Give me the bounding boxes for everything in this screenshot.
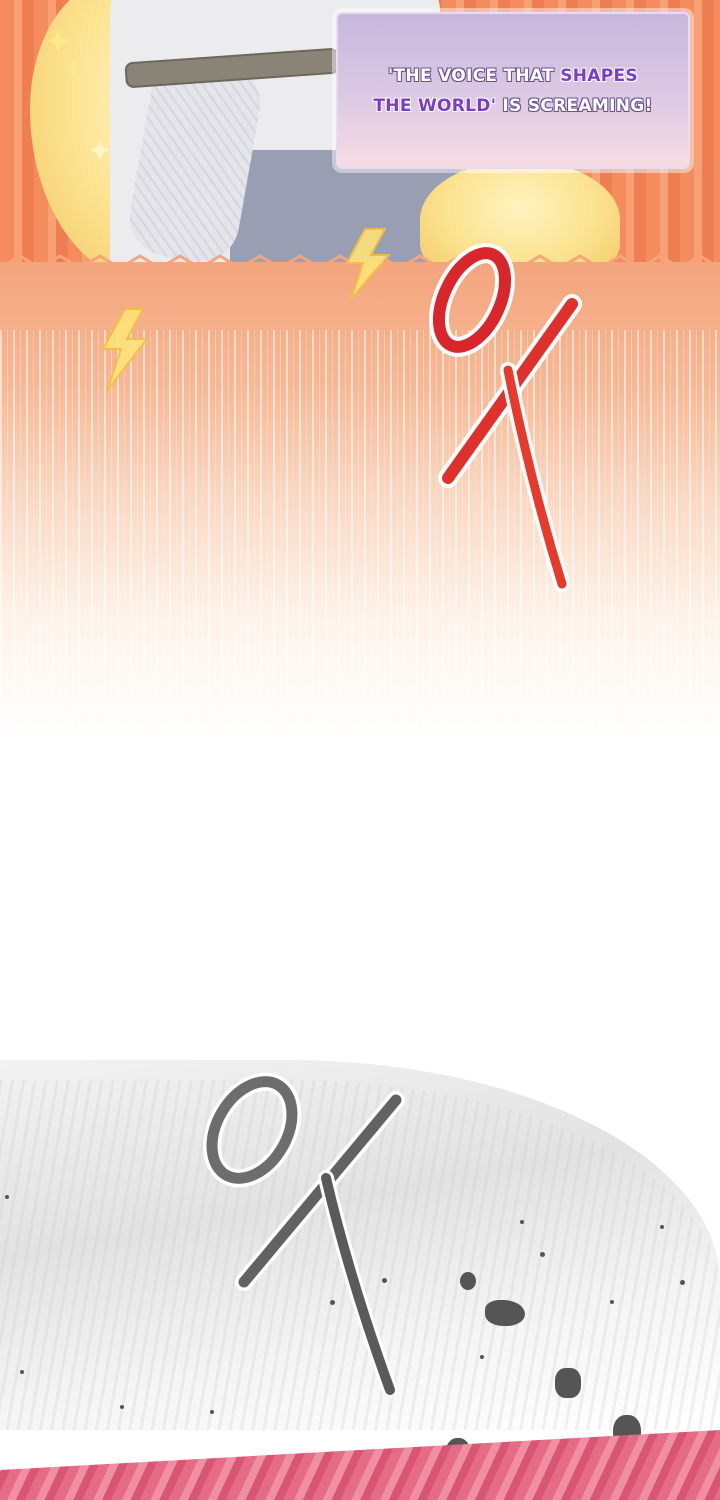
- debris: [5, 1195, 9, 1199]
- debris: [460, 1272, 476, 1290]
- debris: [680, 1280, 685, 1285]
- lightning-bolt-icon: [101, 308, 150, 392]
- debris: [555, 1368, 581, 1398]
- debris: [382, 1278, 387, 1283]
- debris: [485, 1300, 525, 1326]
- bottom-panel-pink-hair: [0, 1430, 720, 1500]
- caption-text: IS SCREAMING!: [496, 95, 653, 116]
- debris: [610, 1300, 614, 1304]
- top-panel: 'THE VOICE THAT SHAPES THE WORLD' IS SCR…: [0, 0, 720, 262]
- debris: [120, 1405, 124, 1409]
- debris: [540, 1252, 545, 1257]
- debris: [330, 1300, 335, 1305]
- debris: [20, 1370, 24, 1374]
- caption-text: 'THE VOICE THAT: [388, 65, 561, 86]
- debris: [520, 1220, 524, 1224]
- lightning-bolt-icon: [345, 228, 392, 300]
- caption-box: 'THE VOICE THAT SHAPES THE WORLD' IS SCR…: [336, 12, 690, 169]
- caption-highlight: SHAPES: [560, 65, 638, 86]
- debris: [210, 1410, 214, 1414]
- caption-line-2: THE WORLD' IS SCREAMING!: [373, 91, 652, 121]
- gray-sound-effect-icon: [203, 1072, 405, 1398]
- red-sound-effect-icon: [428, 243, 582, 592]
- caption-line-1: 'THE VOICE THAT SHAPES: [388, 61, 638, 91]
- debris: [660, 1225, 664, 1229]
- debris: [480, 1355, 484, 1359]
- caption-highlight: THE WORLD': [373, 95, 497, 116]
